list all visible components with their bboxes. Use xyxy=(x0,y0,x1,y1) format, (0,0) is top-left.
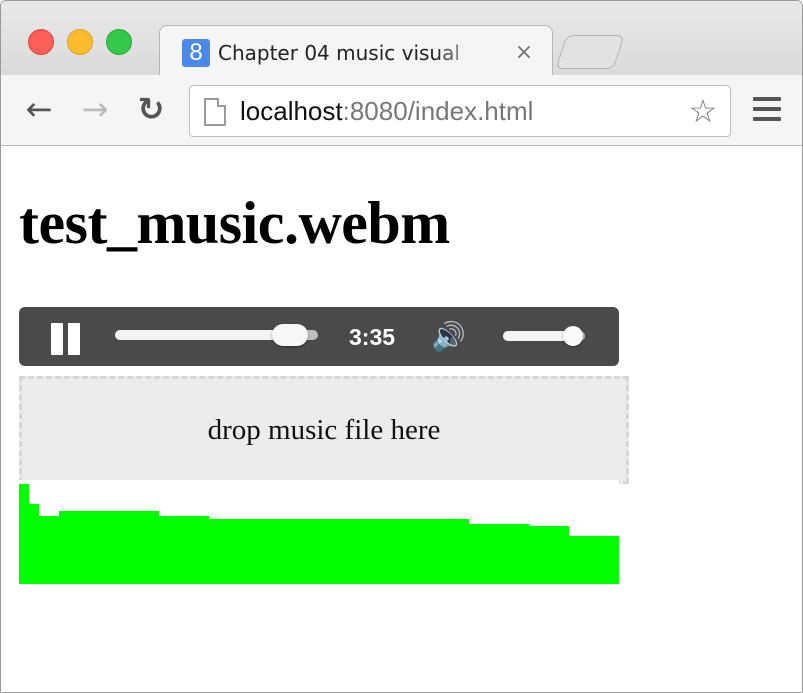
star-icon[interactable]: ☆ xyxy=(684,92,722,130)
tab-active[interactable]: 8 Chapter 04 music visual × xyxy=(159,25,553,78)
visualizer-bar xyxy=(509,524,519,584)
page-title: test_music.webm xyxy=(19,190,450,256)
seek-thumb[interactable] xyxy=(271,324,308,346)
visualizer-bar xyxy=(209,519,219,584)
visualizer-bar xyxy=(299,519,309,584)
visualizer-bar xyxy=(409,519,419,584)
visualizer-bar xyxy=(319,519,329,584)
visualizer-bar xyxy=(599,536,609,584)
visualizer-bar xyxy=(579,536,589,584)
volume-icon[interactable]: 🔊 xyxy=(431,321,479,353)
visualizer-bar xyxy=(389,519,399,584)
minimize-window-button[interactable] xyxy=(67,29,93,55)
browser-toolbar: ← → ↻ localhost:8080/index.html ☆ xyxy=(1,75,802,146)
drop-zone-label: drop music file here xyxy=(207,414,441,446)
visualizer-bar xyxy=(169,516,179,584)
visualizer-bar xyxy=(489,524,499,584)
visualizer-bar xyxy=(399,519,409,584)
visualizer-bar xyxy=(379,519,389,584)
tab-close-icon[interactable]: × xyxy=(512,38,536,68)
visualizer-bar xyxy=(189,516,199,584)
visualizer-bar xyxy=(139,511,149,584)
visualizer-bar xyxy=(279,519,289,584)
visualizer-bar xyxy=(589,536,599,584)
visualizer-bar xyxy=(79,511,89,584)
visualizer-bar xyxy=(109,511,119,584)
visualizer-bar xyxy=(89,511,99,584)
tab-strip: 8 Chapter 04 music visual × xyxy=(1,1,802,78)
url-text[interactable]: localhost:8080/index.html xyxy=(240,94,533,128)
visualizer-bar xyxy=(499,524,509,584)
visualizer-bar xyxy=(99,511,109,584)
google-favicon-icon: 8 xyxy=(182,39,210,67)
visualizer-bar xyxy=(529,526,539,584)
visualizer-bar xyxy=(609,536,619,584)
visualizer-bar xyxy=(229,519,239,584)
visualizer-bar xyxy=(309,519,319,584)
visualizer-bar xyxy=(359,519,369,584)
volume-slider[interactable] xyxy=(503,326,585,346)
visualizer-bar xyxy=(49,516,59,584)
visualizer-bar xyxy=(519,524,529,584)
visualizer-bar xyxy=(179,516,189,584)
visualizer-bar xyxy=(159,516,169,584)
drop-zone[interactable]: drop music file here xyxy=(19,376,629,484)
visualizer-bar xyxy=(419,519,429,584)
menu-icon[interactable] xyxy=(753,97,781,121)
browser-window: 8 Chapter 04 music visual × ← → ↻ localh… xyxy=(0,0,803,693)
visualizer-bar xyxy=(129,511,139,584)
pause-icon[interactable] xyxy=(51,323,83,355)
visualizer-bar xyxy=(469,524,479,584)
reload-icon[interactable]: ↻ xyxy=(133,91,169,127)
seek-progress xyxy=(115,330,290,340)
visualizer-bar xyxy=(559,526,569,584)
visualizer-bar xyxy=(439,519,449,584)
forward-arrow-icon[interactable]: → xyxy=(77,91,113,127)
visualizer-bar xyxy=(349,519,359,584)
visualizer-bar xyxy=(219,519,229,584)
visualizer-bar xyxy=(289,519,299,584)
zoom-window-button[interactable] xyxy=(106,29,132,55)
visualizer-bar xyxy=(479,524,489,584)
visualizer-bar xyxy=(69,511,79,584)
audio-player: 3:35 🔊 xyxy=(19,307,619,366)
url-path: :8080/index.html xyxy=(342,96,534,126)
visualizer-bar xyxy=(29,504,39,584)
url-host: localhost xyxy=(240,96,343,126)
page-icon xyxy=(204,98,226,126)
visualizer-bar xyxy=(569,536,579,584)
tab-title: Chapter 04 music visual xyxy=(218,41,460,65)
visualizer-bar xyxy=(549,526,559,584)
visualizer-bar xyxy=(59,511,69,584)
back-arrow-icon[interactable]: ← xyxy=(21,91,57,127)
address-bar[interactable]: localhost:8080/index.html ☆ xyxy=(189,85,731,137)
visualizer-bar xyxy=(249,519,259,584)
time-display: 3:35 xyxy=(349,324,396,350)
visualizer-bar xyxy=(119,511,129,584)
visualizer-bar xyxy=(329,519,339,584)
visualizer-bar xyxy=(199,516,209,584)
audio-visualizer xyxy=(19,480,619,584)
visualizer-bar xyxy=(39,516,49,584)
visualizer-bar xyxy=(269,519,279,584)
volume-thumb[interactable] xyxy=(562,326,583,346)
visualizer-bar xyxy=(459,519,469,584)
visualizer-bar xyxy=(239,519,249,584)
visualizer-bar xyxy=(19,484,29,584)
close-window-button[interactable] xyxy=(28,29,54,55)
visualizer-bar xyxy=(149,511,159,584)
visualizer-bar xyxy=(539,526,549,584)
new-tab-button[interactable] xyxy=(555,35,625,69)
seek-slider[interactable] xyxy=(115,324,318,346)
visualizer-bar xyxy=(449,519,459,584)
visualizer-bar xyxy=(369,519,379,584)
visualizer-bar xyxy=(259,519,269,584)
page-content: test_music.webm 3:35 🔊 drop music file h… xyxy=(1,146,802,692)
visualizer-bar xyxy=(339,519,349,584)
visualizer-bar xyxy=(429,519,439,584)
